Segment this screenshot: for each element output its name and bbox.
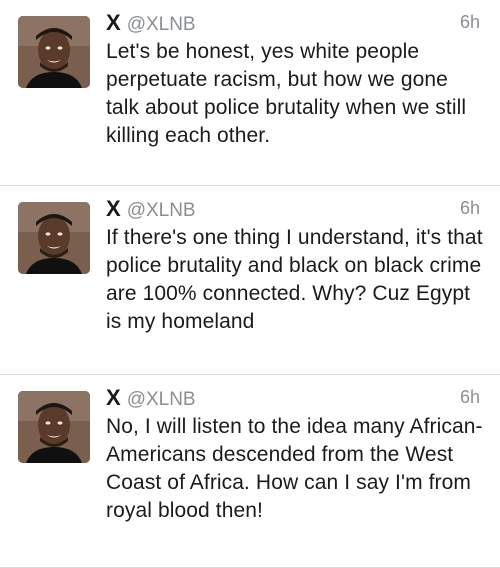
tweet-text: Let's be honest, yes white people perpet…: [106, 40, 467, 147]
display-name[interactable]: X: [106, 385, 121, 410]
timestamp[interactable]: 6h: [460, 387, 480, 408]
tweet[interactable]: X @XLNB 6h Let's be honest, yes white peo…: [0, 0, 500, 186]
tweet-text: If there's one thing I understand, it's …: [106, 226, 483, 333]
display-name[interactable]: X: [106, 10, 121, 35]
tweet[interactable]: X @XLNB 6h If there's one thing I underst…: [0, 186, 500, 375]
tweet-timeline: X @XLNB 6h Let's be honest, yes white peo…: [0, 0, 500, 568]
username[interactable]: @XLNB: [127, 200, 196, 221]
tweet-text: No, I will listen to the idea many Afric…: [106, 415, 483, 522]
display-name[interactable]: X: [106, 196, 121, 221]
timestamp[interactable]: 6h: [460, 12, 480, 33]
username[interactable]: @XLNB: [127, 389, 196, 410]
tweet[interactable]: X @XLNB 6h No, I will listen to the idea …: [0, 375, 500, 568]
username[interactable]: @XLNB: [127, 14, 196, 35]
avatar[interactable]: [18, 202, 90, 274]
avatar[interactable]: [18, 16, 90, 88]
avatar[interactable]: [18, 391, 90, 463]
timestamp[interactable]: 6h: [460, 198, 480, 219]
